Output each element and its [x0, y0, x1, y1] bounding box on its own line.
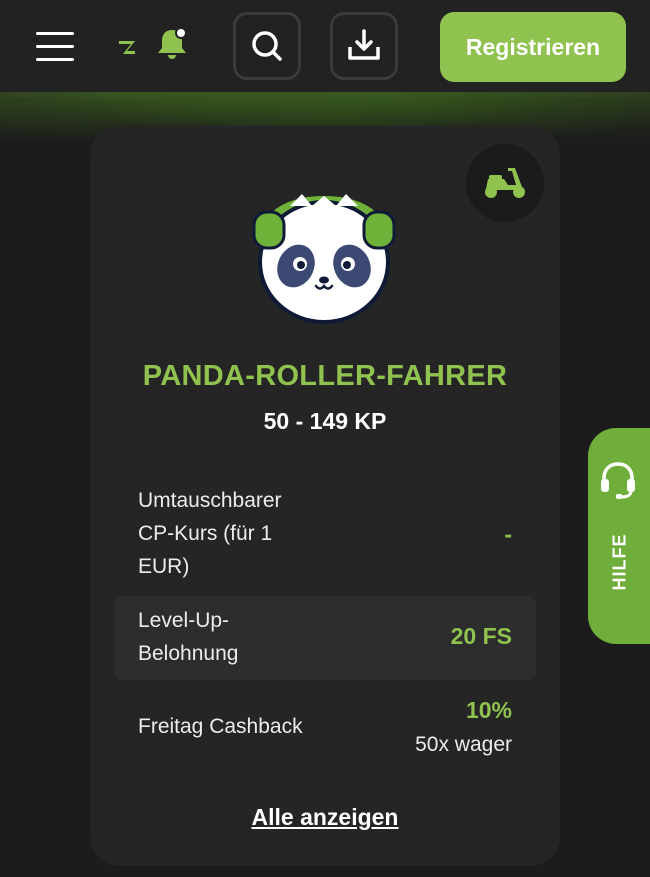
cashback-wager-note: 50x wager [415, 733, 512, 756]
download-icon [348, 29, 380, 60]
friday-cashback-value: 10% [465, 697, 512, 723]
menu-icon[interactable] [36, 30, 74, 62]
brand-logo-icon[interactable] [117, 38, 137, 58]
bell-icon[interactable] [154, 26, 190, 62]
level-up-reward-value: 20 FS [450, 623, 512, 649]
level-title: PANDA-ROLLER-FAHRER [142, 360, 508, 392]
headset-icon [601, 462, 635, 499]
level-up-reward-label: Level-Up- Belohnung [138, 609, 239, 665]
exchange-rate-value: - [504, 521, 512, 547]
friday-cashback-label: Freitag Cashback [138, 715, 303, 738]
level-points-range: 50 - 149 KP [263, 408, 387, 434]
scooter-icon [485, 168, 525, 198]
show-all-link[interactable]: Alle anzeigen [90, 804, 560, 831]
search-icon [252, 31, 282, 61]
download-button[interactable] [330, 12, 398, 80]
panda-mascot-image [252, 194, 396, 324]
level-badge [466, 144, 544, 222]
search-button[interactable] [233, 12, 301, 80]
help-label[interactable]: HILFE [610, 534, 631, 591]
register-button[interactable]: Registrieren [440, 12, 626, 82]
exchange-rate-label: Umtauschbarer CP-Kurs (für 1 EUR) [138, 489, 282, 578]
